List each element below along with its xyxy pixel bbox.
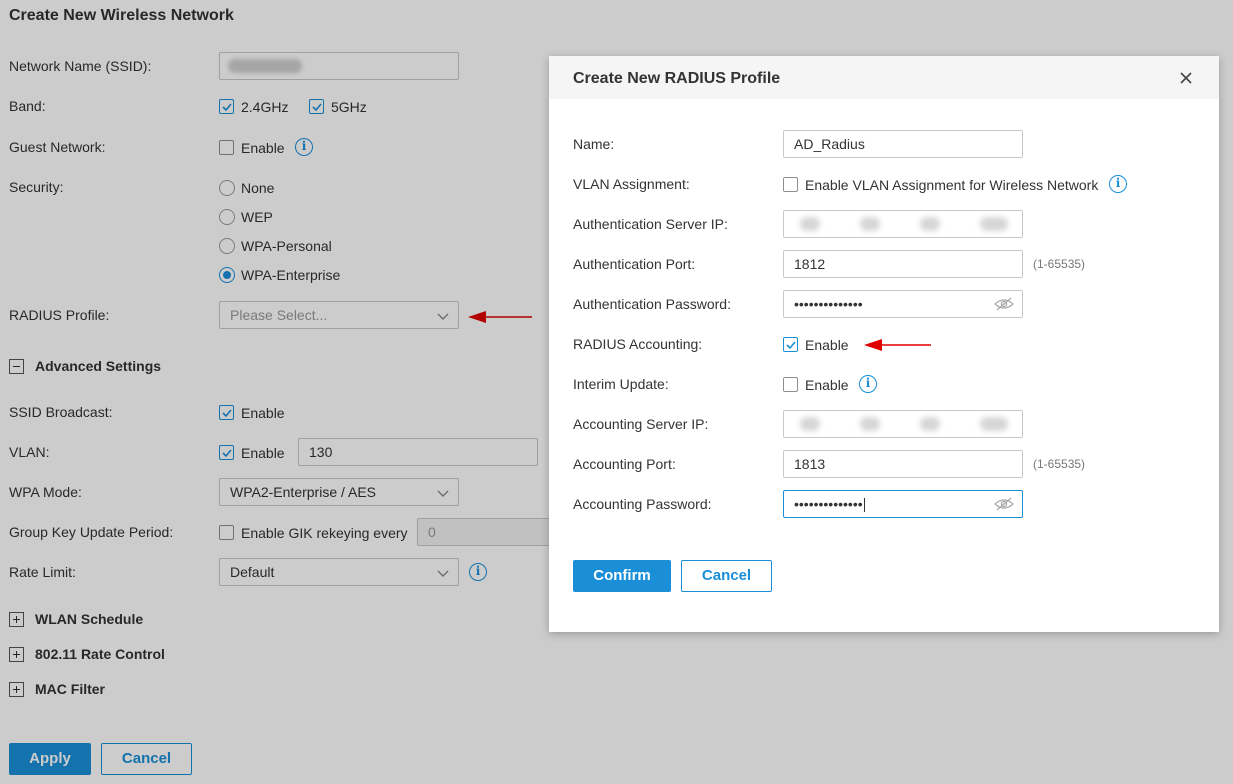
name-label: Name: <box>573 136 615 152</box>
dialog-cancel-button[interactable]: Cancel <box>681 560 772 592</box>
auth-password-input[interactable]: •••••••••••••• <box>783 290 1023 318</box>
acct-port-input[interactable]: 1813 <box>783 450 1023 478</box>
close-icon[interactable] <box>1179 71 1193 85</box>
auth-port-range: (1-65535) <box>1033 257 1086 271</box>
auth-port-label: Authentication Port: <box>573 256 696 272</box>
acct-server-ip-input[interactable] <box>783 410 1023 438</box>
dialog-title: Create New RADIUS Profile <box>573 70 781 87</box>
vlan-assignment-checkbox[interactable] <box>783 177 798 192</box>
acct-port-range: (1-65535) <box>1033 457 1086 471</box>
name-input[interactable]: AD_Radius <box>783 130 1023 158</box>
radius-accounting-checkbox[interactable] <box>783 337 798 352</box>
confirm-button[interactable]: Confirm <box>573 560 671 592</box>
eye-slash-icon[interactable] <box>994 297 1014 311</box>
vlan-assignment-text: Enable VLAN Assignment for Wireless Netw… <box>805 177 1099 193</box>
auth-server-ip-input[interactable] <box>783 210 1023 238</box>
acct-password-input[interactable]: •••••••••••••• <box>783 490 1023 518</box>
radius-accounting-label: RADIUS Accounting: <box>573 336 703 352</box>
text-caret <box>863 498 865 513</box>
vlan-assignment-label: VLAN Assignment: <box>573 176 690 192</box>
acct-port-label: Accounting Port: <box>573 456 676 472</box>
auth-server-ip-label: Authentication Server IP: <box>573 216 728 232</box>
interim-update-checkbox[interactable] <box>783 377 798 392</box>
dialog-header: Create New RADIUS Profile <box>549 56 1219 99</box>
interim-update-enable-label: Enable <box>805 377 849 393</box>
auth-port-input[interactable]: 1812 <box>783 250 1023 278</box>
acct-server-ip-label: Accounting Server IP: <box>573 416 709 432</box>
eye-slash-icon[interactable] <box>994 497 1014 511</box>
acct-password-value: •••••••••••••• <box>794 496 863 512</box>
auth-password-label: Authentication Password: <box>573 296 731 312</box>
interim-update-label: Interim Update: <box>573 376 669 392</box>
auth-password-value: •••••••••••••• <box>794 296 863 312</box>
radius-profile-dialog: Create New RADIUS Profile Name: AD_Radiu… <box>549 56 1219 632</box>
red-arrow-icon <box>864 339 931 351</box>
acct-password-label: Accounting Password: <box>573 496 712 512</box>
radius-accounting-enable-label: Enable <box>805 337 849 353</box>
info-icon[interactable]: i <box>1109 175 1127 193</box>
info-icon[interactable]: i <box>859 375 877 393</box>
